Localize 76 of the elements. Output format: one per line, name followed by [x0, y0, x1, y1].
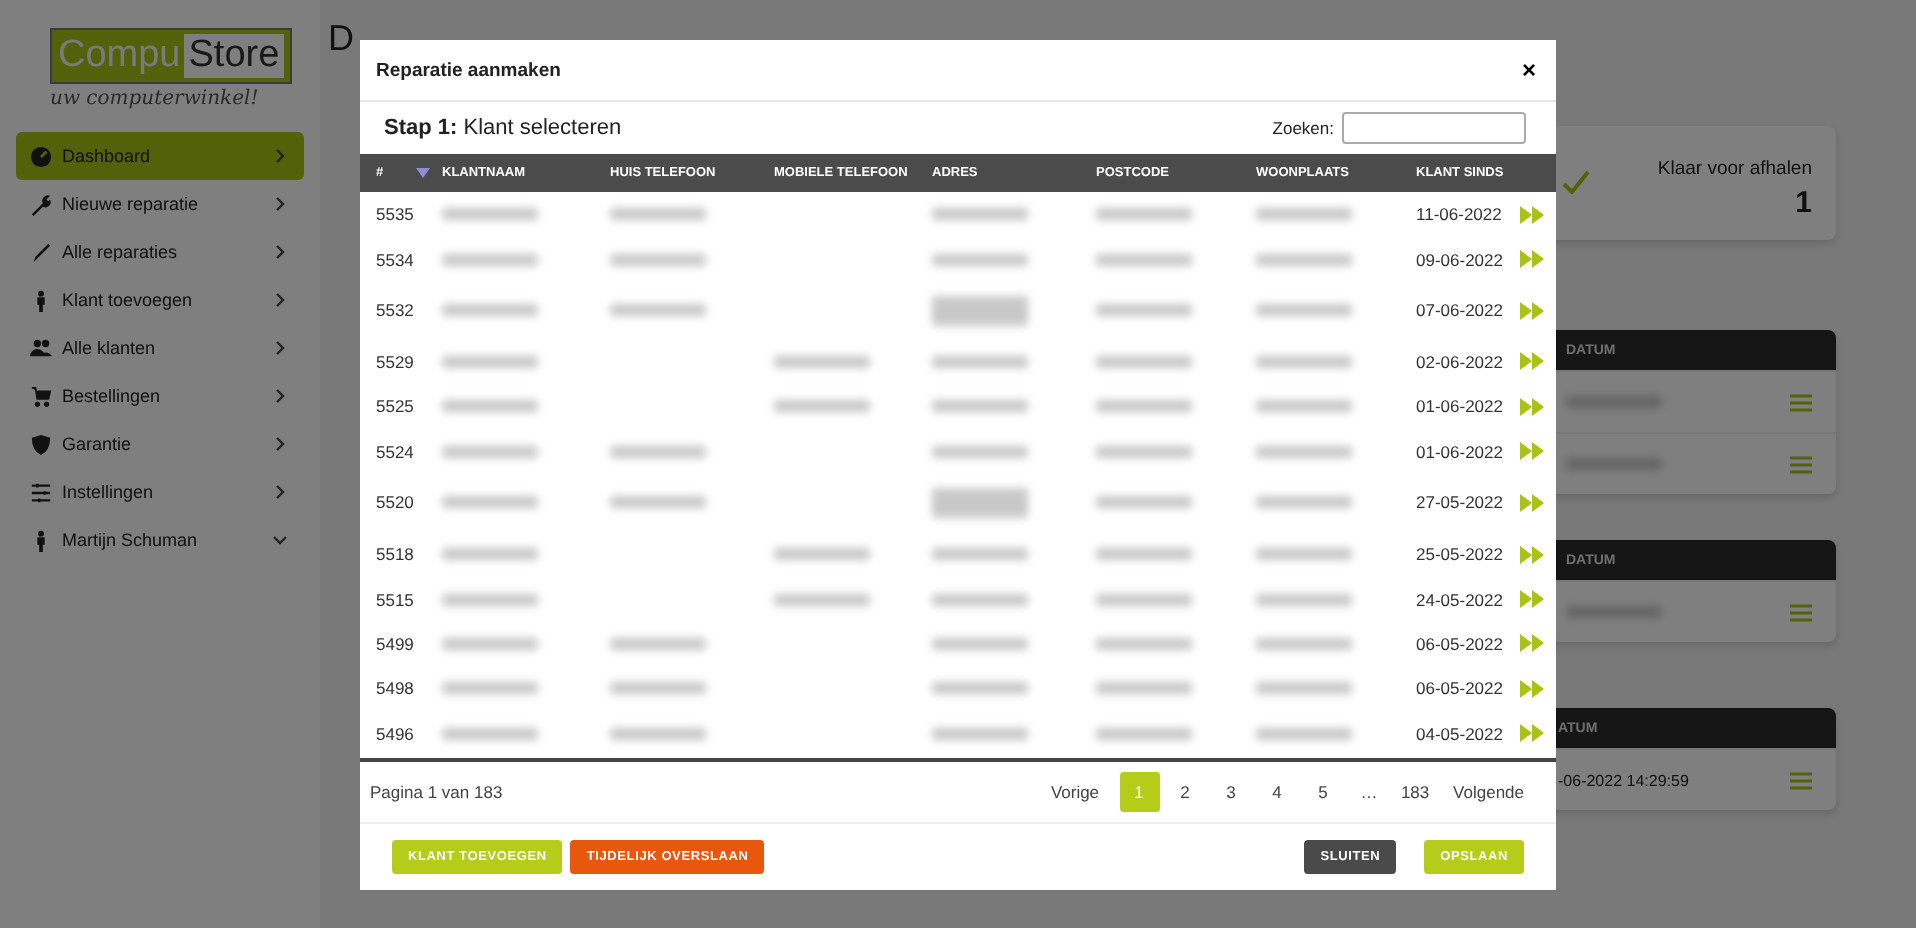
cart-icon — [30, 385, 52, 407]
shield-icon — [30, 433, 52, 455]
search-field[interactable] — [1342, 112, 1526, 144]
fast-forward-icon[interactable] — [1520, 301, 1544, 320]
search-label: Zoeken: — [1272, 118, 1334, 138]
wrench-icon — [30, 193, 52, 215]
fast-forward-icon[interactable] — [1520, 352, 1544, 371]
fast-forward-icon[interactable] — [1520, 205, 1544, 224]
table-cell: 5520 — [376, 492, 414, 513]
people-icon — [30, 337, 52, 359]
table-cell: 07-06-2022 — [1416, 300, 1503, 321]
next-link[interactable]: Volgende — [1453, 782, 1524, 802]
previous-link[interactable]: Vorige — [1050, 782, 1100, 802]
fast-forward-icon[interactable] — [1520, 724, 1544, 743]
table-cell: 5524 — [376, 441, 414, 462]
fast-forward-icon[interactable] — [1520, 493, 1544, 512]
fast-forward-icon[interactable] — [1520, 545, 1544, 564]
fast-forward-icon[interactable] — [1520, 250, 1544, 269]
page-info: Pagina 1 van 183 — [370, 782, 505, 802]
sidebar-item[interactable]: Garantie — [16, 420, 304, 468]
sliders-icon — [30, 481, 52, 503]
fast-forward-icon[interactable] — [1520, 634, 1544, 653]
sidebar-item[interactable]: Instellingen — [16, 468, 304, 516]
menu-icon[interactable] — [1790, 393, 1812, 411]
table-cell: 01-06-2022 — [1416, 396, 1503, 417]
sort-icon[interactable] — [416, 168, 430, 178]
fast-forward-icon[interactable] — [1520, 442, 1544, 461]
page-link[interactable]: 183 — [1395, 772, 1436, 812]
stat-label: Klaar voor afhalen — [1657, 158, 1812, 180]
table-cell: 01-06-2022 — [1416, 441, 1503, 462]
table-cell: 5515 — [376, 589, 414, 610]
page-link[interactable]: 5 — [1303, 772, 1344, 812]
sidebar-item[interactable]: Nieuwe reparatie — [16, 180, 304, 228]
table-cell: 5498 — [376, 678, 414, 699]
sidebar-item[interactable]: Bestellingen — [16, 372, 304, 420]
check-icon — [1562, 170, 1590, 194]
table-cell: 5532 — [376, 300, 414, 321]
brush-icon — [30, 241, 52, 263]
table-cell: 5499 — [376, 633, 414, 654]
page-title: D — [326, 16, 354, 58]
sidebar-item[interactable]: Martijn Schuman — [16, 516, 304, 564]
table-cell: 06-05-2022 — [1416, 678, 1503, 699]
table-cell: 06-05-2022 — [1416, 633, 1503, 654]
sidebar-item[interactable]: Alle klanten — [16, 324, 304, 372]
step-title: Stap 1: Klant selecteren — [384, 116, 624, 140]
fast-forward-icon[interactable] — [1520, 679, 1544, 698]
sidebar-item[interactable]: Klant toevoegen — [16, 276, 304, 324]
sidebar-item[interactable]: Alle reparaties — [16, 228, 304, 276]
fast-forward-icon[interactable] — [1520, 397, 1544, 416]
table-cell: 24-05-2022 — [1416, 589, 1503, 610]
table-cell: 09-06-2022 — [1416, 249, 1503, 270]
stat-value: 1 — [1795, 186, 1812, 220]
gauge-icon — [30, 145, 52, 167]
table-cell: 25-05-2022 — [1416, 544, 1503, 565]
modal-title: Reparatie aanmaken — [376, 59, 563, 81]
table-cell: 11-06-2022 — [1416, 204, 1502, 225]
table-cell: 5529 — [376, 351, 414, 372]
table-cell: 5518 — [376, 544, 414, 565]
page-link[interactable]: 2 — [1165, 772, 1206, 812]
menu-icon[interactable] — [1790, 771, 1812, 789]
table-cell: 5496 — [376, 723, 414, 744]
page-link[interactable]: … — [1349, 772, 1390, 812]
close-button[interactable]: × — [1517, 56, 1540, 84]
table-cell: 27-05-2022 — [1416, 492, 1503, 513]
date-text: -06-2022 14:29:59 — [1558, 771, 1689, 789]
fast-forward-icon[interactable] — [1520, 590, 1544, 609]
menu-icon[interactable] — [1790, 455, 1812, 473]
page-link[interactable]: 3 — [1211, 772, 1252, 812]
table-cell: 04-05-2022 — [1416, 723, 1503, 744]
logo: Compu Store uw computerwinkel! — [50, 28, 292, 114]
table-cell: 5535 — [376, 204, 414, 225]
page-link[interactable]: 4 — [1257, 772, 1298, 812]
table-cell: 02-06-2022 — [1416, 351, 1503, 372]
menu-icon[interactable] — [1790, 603, 1812, 621]
table-cell: 5534 — [376, 249, 414, 270]
table-cell: 5525 — [376, 396, 414, 417]
